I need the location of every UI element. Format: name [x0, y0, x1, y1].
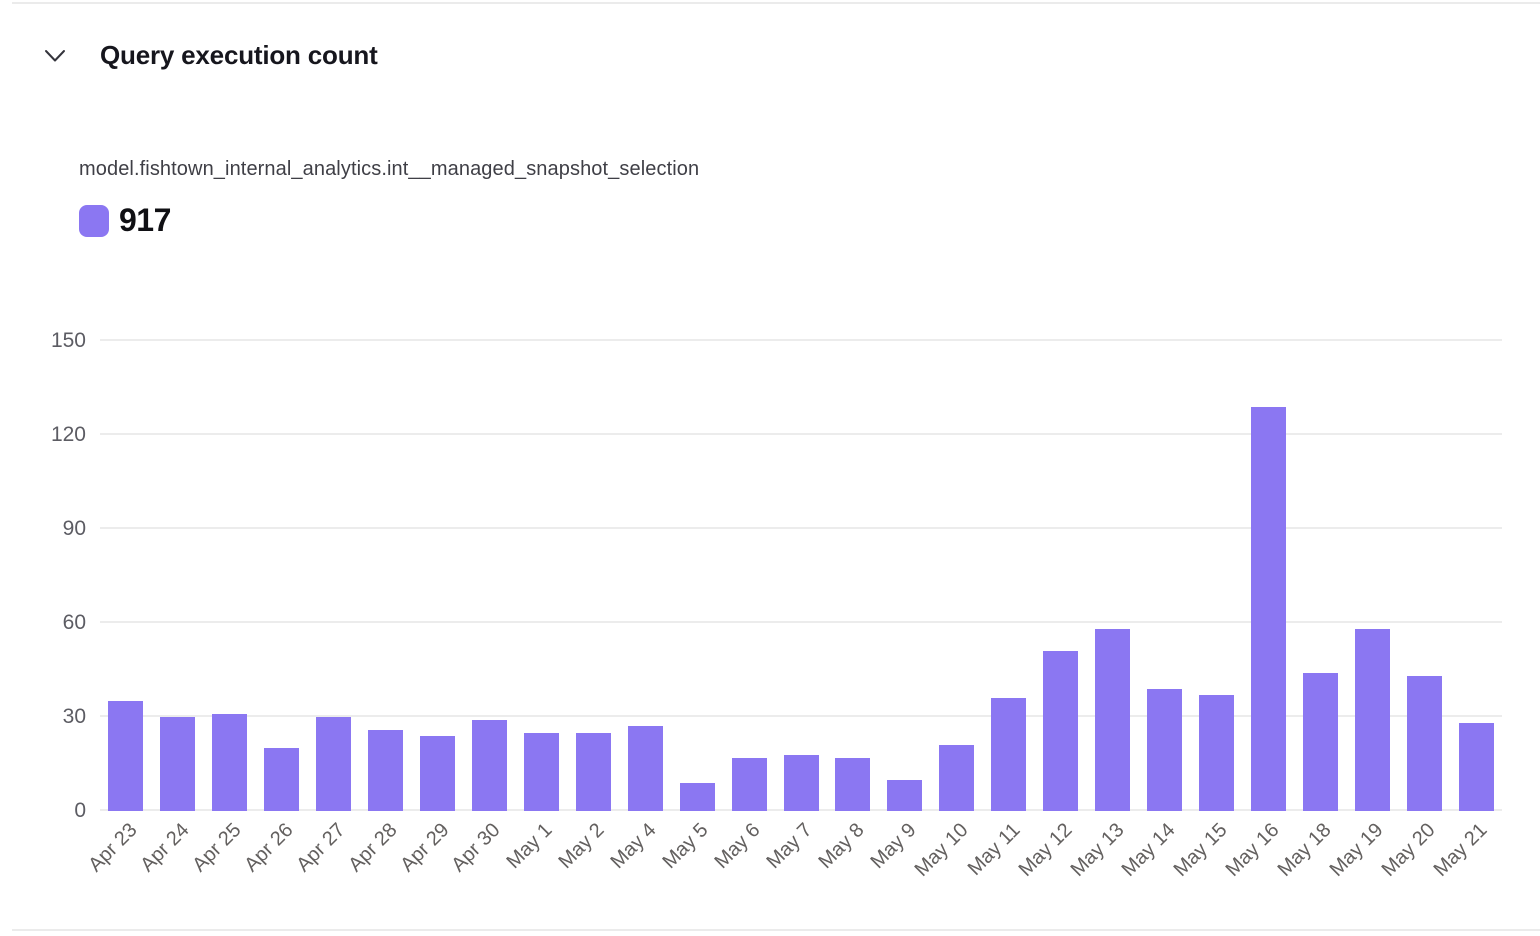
bar-may-10[interactable]	[939, 745, 974, 811]
y-axis-tick-label: 0	[74, 799, 86, 823]
bar-may-15[interactable]	[1199, 695, 1234, 811]
page-title: Query execution count	[100, 40, 378, 71]
bar-may-8[interactable]	[835, 758, 870, 811]
x-axis-tick-label: May 5	[659, 819, 714, 874]
x-axis-tick-label: May 7	[762, 819, 817, 874]
bar-may-1[interactable]	[524, 733, 559, 811]
gridline-y-150	[100, 339, 1502, 341]
x-axis-tick-label: Apr 28	[344, 819, 402, 877]
bar-may-4[interactable]	[628, 726, 663, 811]
chevron-down-icon	[44, 48, 66, 64]
x-axis-tick-label: May 10	[910, 819, 973, 882]
series-model-name: model.fishtown_internal_analytics.int__m…	[79, 158, 699, 181]
x-axis-tick-label: Apr 29	[396, 819, 454, 877]
y-axis-tick-label: 60	[63, 611, 86, 635]
x-axis-tick-label: May 12	[1014, 819, 1077, 882]
legend-color-swatch	[79, 205, 109, 237]
legend-total-count: 917	[119, 202, 171, 239]
bar-may-11[interactable]	[991, 698, 1026, 811]
bar-apr-24[interactable]	[160, 717, 195, 811]
bar-apr-25[interactable]	[212, 714, 247, 811]
x-axis-tick-label: Apr 30	[448, 819, 506, 877]
y-axis-tick-label: 120	[51, 423, 86, 447]
x-axis-tick-label: May 19	[1326, 819, 1389, 882]
bar-may-20[interactable]	[1407, 676, 1442, 811]
legend-item[interactable]: 917	[79, 202, 171, 239]
bottom-divider	[12, 929, 1540, 931]
bar-may-21[interactable]	[1459, 723, 1494, 811]
x-axis-tick-label: May 16	[1222, 819, 1285, 882]
x-axis-tick-label: Apr 27	[292, 819, 350, 877]
bar-may-14[interactable]	[1147, 689, 1182, 811]
bar-apr-27[interactable]	[316, 717, 351, 811]
x-axis-tick-label: Apr 26	[240, 819, 298, 877]
x-axis-tick-label: May 4	[607, 819, 662, 874]
bar-apr-23[interactable]	[108, 701, 143, 811]
bar-chart-plot-area: 0306090120150Apr 23Apr 24Apr 25Apr 26Apr…	[100, 341, 1502, 811]
x-axis-tick-label: May 18	[1274, 819, 1337, 882]
x-axis-tick-label: May 6	[711, 819, 766, 874]
bar-may-7[interactable]	[784, 755, 819, 811]
x-axis-tick-label: May 2	[555, 819, 610, 874]
x-axis-tick-label: May 21	[1430, 819, 1493, 882]
x-axis-tick-label: May 11	[963, 819, 1025, 881]
bar-may-2[interactable]	[576, 733, 611, 811]
x-axis-tick-label: May 1	[503, 819, 558, 874]
query-execution-panel: { "header": { "title": "Query execution …	[0, 0, 1540, 936]
gridline-y-120	[100, 433, 1502, 435]
x-axis-tick-label: May 14	[1118, 819, 1181, 882]
bar-may-19[interactable]	[1355, 629, 1390, 811]
x-axis-tick-label: Apr 24	[136, 819, 194, 877]
gridline-y-60	[100, 621, 1502, 623]
panel-header: Query execution count	[44, 40, 378, 71]
x-axis-tick-label: May 20	[1378, 819, 1441, 882]
gridline-y-90	[100, 527, 1502, 529]
x-axis-tick-label: May 15	[1170, 819, 1233, 882]
gridline-y-30	[100, 715, 1502, 717]
bar-may-12[interactable]	[1043, 651, 1078, 811]
collapse-section-button[interactable]	[44, 45, 66, 67]
bar-may-18[interactable]	[1303, 673, 1338, 811]
bar-apr-28[interactable]	[368, 730, 403, 811]
y-axis-tick-label: 150	[51, 329, 86, 353]
bar-may-16[interactable]	[1251, 407, 1286, 811]
x-axis-tick-label: Apr 25	[188, 819, 246, 877]
x-axis-tick-label: May 13	[1066, 819, 1129, 882]
bar-apr-26[interactable]	[264, 748, 299, 811]
top-divider	[12, 2, 1540, 4]
bar-may-13[interactable]	[1095, 629, 1130, 811]
bar-apr-30[interactable]	[472, 720, 507, 811]
bar-may-5[interactable]	[680, 783, 715, 811]
bar-apr-29[interactable]	[420, 736, 455, 811]
y-axis-tick-label: 90	[63, 517, 86, 541]
y-axis-tick-label: 30	[63, 705, 86, 729]
x-axis-tick-label: Apr 23	[84, 819, 142, 877]
bar-may-9[interactable]	[887, 780, 922, 811]
bar-may-6[interactable]	[732, 758, 767, 811]
x-axis-tick-label: May 8	[814, 819, 869, 874]
